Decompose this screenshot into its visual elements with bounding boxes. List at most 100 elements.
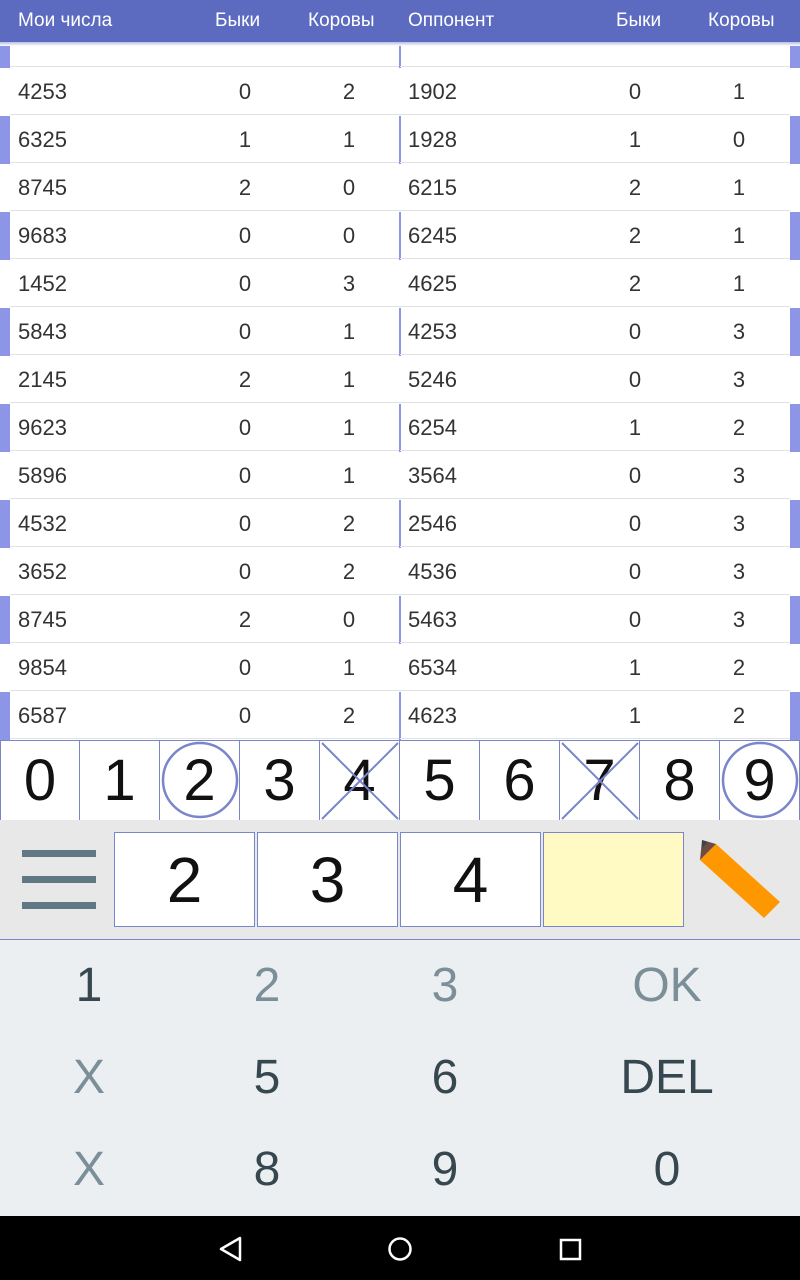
digit-tracker-4[interactable]: 4 bbox=[320, 741, 400, 821]
header-bulls-right: Быки bbox=[616, 10, 662, 31]
row-marker-right bbox=[790, 356, 800, 404]
digit-tracker-strip: 0123456789 bbox=[0, 740, 800, 821]
row-marker-left bbox=[0, 500, 10, 548]
key-8[interactable]: 8 bbox=[178, 1124, 356, 1216]
guess-slot-2-value: 3 bbox=[309, 844, 346, 916]
table-row: 5896 0 1 3564 0 3 bbox=[0, 452, 800, 500]
opponent-guess-cell: 5246 0 3 bbox=[400, 356, 790, 403]
row-marker-right bbox=[790, 308, 800, 356]
key-x-row3[interactable]: X bbox=[0, 1124, 178, 1216]
my-guess-cell: 3652 0 2 bbox=[10, 548, 400, 595]
recents-square-icon[interactable] bbox=[558, 1236, 584, 1262]
opponent-guess-bulls: 0 bbox=[628, 559, 642, 584]
opponent-guess-cell: 4623 1 2 bbox=[400, 692, 790, 739]
my-guess-number: 1452 bbox=[18, 271, 67, 296]
my-guess-bulls: 0 bbox=[238, 79, 252, 104]
opponent-guess-cell: 3564 0 3 bbox=[400, 452, 790, 499]
guess-slot-1[interactable]: 2 bbox=[114, 832, 255, 927]
table-row: 6587 0 2 4623 1 2 bbox=[0, 692, 800, 740]
cross-mark-icon bbox=[561, 742, 639, 820]
my-guess-bulls: 2 bbox=[238, 367, 252, 392]
opponent-guess-cows: 1 bbox=[732, 271, 746, 296]
my-guess-bulls: 0 bbox=[238, 223, 252, 248]
digit-tracker-8[interactable]: 8 bbox=[640, 741, 720, 821]
my-guess-cows: 1 bbox=[342, 367, 356, 392]
my-guess-number: 8745 bbox=[18, 175, 67, 200]
key-ok[interactable]: OK bbox=[534, 940, 800, 1032]
opponent-guess-cell: 4253 0 3 bbox=[400, 308, 790, 355]
key-6[interactable]: 6 bbox=[356, 1032, 534, 1124]
digit-tracker-5[interactable]: 5 bbox=[400, 741, 480, 821]
my-guess-cell: 4532 0 2 bbox=[10, 500, 400, 547]
row-marker-left bbox=[0, 68, 10, 116]
table-row: 9623 0 1 6254 1 2 bbox=[0, 404, 800, 452]
key-9[interactable]: 9 bbox=[356, 1124, 534, 1216]
my-guess-number: 6587 bbox=[18, 703, 67, 728]
guess-slot-2[interactable]: 3 bbox=[257, 832, 398, 927]
digit-tracker-7[interactable]: 7 bbox=[560, 741, 640, 821]
my-guess-cell: 5896 0 1 bbox=[10, 452, 400, 499]
guess-slot-1-value: 2 bbox=[166, 844, 203, 916]
row-marker-left bbox=[0, 404, 10, 452]
opponent-guess-number: 4623 bbox=[408, 703, 457, 728]
my-guess-bulls: 2 bbox=[238, 175, 252, 200]
opponent-guess-cows: 2 bbox=[732, 655, 746, 680]
opponent-guess-cell: 6215 2 1 bbox=[400, 164, 790, 211]
header-shadow bbox=[0, 42, 800, 46]
opponent-guess-number: 6245 bbox=[408, 223, 457, 248]
row-marker-left bbox=[0, 308, 10, 356]
my-guess-bulls: 2 bbox=[238, 607, 252, 632]
opponent-guess-bulls: 0 bbox=[628, 367, 642, 392]
my-guess-cows: 1 bbox=[342, 415, 356, 440]
row-marker-right bbox=[790, 212, 800, 260]
circle-mark-icon bbox=[161, 741, 239, 819]
home-circle-icon[interactable] bbox=[387, 1236, 413, 1262]
digit-tracker-1[interactable]: 1 bbox=[80, 741, 160, 821]
system-navigation-bar bbox=[0, 1216, 800, 1280]
opponent-guess-bulls: 2 bbox=[628, 271, 642, 296]
my-guess-number: 8745 bbox=[18, 607, 67, 632]
key-3[interactable]: 3 bbox=[356, 940, 534, 1032]
my-guess-cows: 0 bbox=[342, 175, 356, 200]
hamburger-menu-icon[interactable] bbox=[22, 850, 96, 910]
opponent-guess-number: 1928 bbox=[408, 127, 457, 152]
header-my-numbers: Мои числа bbox=[18, 10, 113, 31]
digit-tracker-3[interactable]: 3 bbox=[240, 741, 320, 821]
opponent-guess-number: 4536 bbox=[408, 559, 457, 584]
guess-slot-3[interactable]: 4 bbox=[400, 832, 541, 927]
app-screen: Мои числа Быки Коровы Оппонент Быки Коро… bbox=[0, 0, 800, 1280]
key-delete[interactable]: DEL bbox=[534, 1032, 800, 1124]
digit-tracker-6[interactable]: 6 bbox=[480, 741, 560, 821]
opponent-guess-bulls: 0 bbox=[628, 319, 642, 344]
opponent-guess-cell: 4625 2 1 bbox=[400, 260, 790, 307]
opponent-guess-cell: 2546 0 3 bbox=[400, 500, 790, 547]
row-marker-right bbox=[790, 692, 800, 740]
opponent-guess-cell: 6254 1 2 bbox=[400, 404, 790, 451]
my-guess-cows: 1 bbox=[342, 655, 356, 680]
key-1[interactable]: 1 bbox=[0, 940, 178, 1032]
digit-tracker-9[interactable]: 9 bbox=[720, 741, 800, 821]
pencil-icon[interactable] bbox=[696, 836, 786, 926]
back-triangle-icon[interactable] bbox=[218, 1236, 244, 1262]
opponent-guess-cows: 2 bbox=[732, 703, 746, 728]
row-marker-left bbox=[0, 260, 10, 308]
digit-tracker-2[interactable]: 2 bbox=[160, 741, 240, 821]
key-0[interactable]: 0 bbox=[534, 1124, 800, 1216]
row-marker-left bbox=[0, 116, 10, 164]
guess-slot-4[interactable] bbox=[543, 832, 684, 927]
my-guess-cows: 0 bbox=[342, 223, 356, 248]
row-marker-right bbox=[790, 644, 800, 692]
opponent-guess-number: 5463 bbox=[408, 607, 457, 632]
opponent-guess-number: 2546 bbox=[408, 511, 457, 536]
my-guess-number: 6325 bbox=[18, 127, 67, 152]
key-5[interactable]: 5 bbox=[178, 1032, 356, 1124]
my-guess-cell: 2145 2 1 bbox=[10, 356, 400, 403]
key-x-row2[interactable]: X bbox=[0, 1032, 178, 1124]
my-guess-cows: 2 bbox=[342, 703, 356, 728]
row-marker-left bbox=[0, 452, 10, 500]
key-2[interactable]: 2 bbox=[178, 940, 356, 1032]
digit-tracker-0[interactable]: 0 bbox=[0, 741, 80, 821]
guess-history-list[interactable]: 5896014861014253021902016325111928108745… bbox=[0, 42, 800, 740]
digit-tracker-label: 1 bbox=[103, 748, 136, 813]
table-row: 8745 2 0 6215 2 1 bbox=[0, 164, 800, 212]
